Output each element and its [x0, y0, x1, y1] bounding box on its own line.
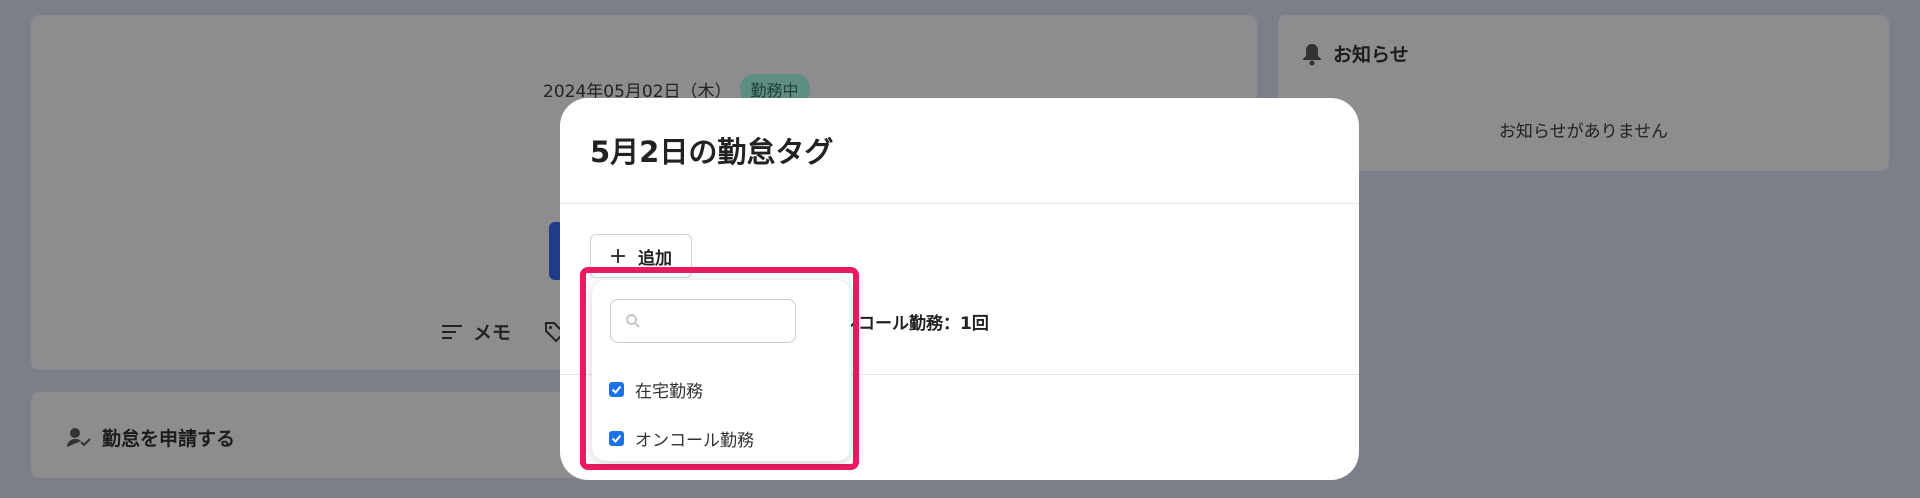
modal-divider [560, 203, 1359, 204]
request-title-row: 勤怠を申請する [66, 424, 235, 451]
modal-title: 5月2日の勤怠タグ [590, 135, 834, 169]
notice-card: お知らせ お知らせがありません [1278, 15, 1889, 171]
tag-option-label: 在宅勤務 [635, 382, 703, 402]
check-icon [611, 385, 622, 394]
checkbox-checked[interactable] [609, 431, 624, 446]
user-check-icon [67, 427, 91, 447]
tag-option-on-call[interactable]: オンコール勤務 [609, 426, 754, 451]
bell-icon [1303, 43, 1321, 65]
plus-icon [611, 249, 625, 263]
notice-title-row: お知らせ [1301, 40, 1409, 67]
tag-dropdown: 在宅勤務 オンコール勤務 [592, 280, 851, 461]
notice-title: お知らせ [1333, 44, 1409, 66]
add-tag-label: 追加 [638, 248, 672, 269]
request-title: 勤怠を申請する [102, 428, 236, 450]
check-icon [611, 434, 622, 443]
tag-search-input[interactable] [649, 310, 793, 332]
search-icon [626, 314, 640, 328]
checkbox-checked[interactable] [609, 382, 624, 397]
memo-button[interactable]: メモ [441, 318, 511, 345]
notice-empty-message: お知らせがありません [1498, 122, 1669, 142]
memo-label: メモ [473, 322, 512, 344]
tag-option-label: オンコール勤務 [635, 431, 754, 451]
memo-icon [442, 324, 462, 339]
tag-summary: ンコール勤務：1回 [841, 314, 989, 334]
tag-option-remote-work[interactable]: 在宅勤務 [609, 377, 703, 402]
tag-search-field[interactable] [610, 299, 796, 343]
